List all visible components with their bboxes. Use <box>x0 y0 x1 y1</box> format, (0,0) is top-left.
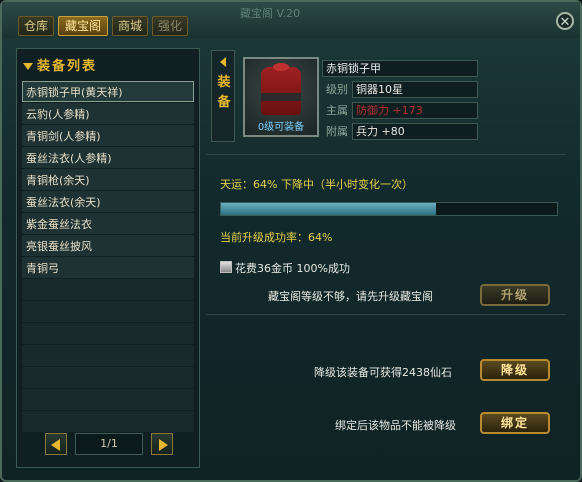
attr-label-main: 主属 <box>326 104 348 117</box>
expand-triangle-icon <box>23 63 33 70</box>
bind-info: 绑定后该物品不能被降级 <box>335 419 456 432</box>
empty-list-slot <box>22 389 194 410</box>
gold-cost-label: 花费36金币 100%成功 <box>235 262 350 275</box>
list-item[interactable]: 青铜弓 <box>22 257 194 278</box>
gold-guarantee-checkbox[interactable] <box>220 261 232 273</box>
equip-side-tab[interactable]: 装备 <box>211 50 235 142</box>
list-item[interactable]: 青铜剑(人参精) <box>22 125 194 146</box>
list-item[interactable]: 亮银蚕丝披风 <box>22 235 194 256</box>
divider <box>206 314 566 315</box>
upgrade-warning: 藏宝阁等级不够，请先升级藏宝阁 <box>268 290 433 303</box>
success-rate: 当前升级成功率：64% <box>220 231 333 244</box>
close-icon[interactable]: ✕ <box>556 12 574 30</box>
attr-label-level: 级别 <box>326 83 348 96</box>
equipment-icon-slot[interactable]: 0级可装备 <box>243 57 319 137</box>
luck-progress-fill <box>221 203 437 215</box>
tab-warehouse[interactable]: 仓库 <box>18 16 54 36</box>
chainmail-armor-icon <box>261 63 301 115</box>
list-item[interactable]: 蚕丝法衣(余天) <box>22 191 194 212</box>
luck-status: 天运：64% 下降中（半小时变化一次） <box>220 178 413 191</box>
empty-list-slot <box>22 367 194 388</box>
luck-progress-bar <box>220 202 558 216</box>
equipment-name: 赤铜锁子甲 <box>322 60 478 77</box>
tab-shop[interactable]: 商城 <box>112 16 148 36</box>
list-item[interactable]: 赤铜锁子甲(黄天祥) <box>22 81 194 102</box>
next-page-button[interactable] <box>151 433 173 455</box>
equipment-list-panel: 装备列表 赤铜锁子甲(黄天祥) 云豹(人参精) 青铜剑(人参精) 蚕丝法衣(人参精) 青… <box>16 48 200 468</box>
equip-level-caption: 0级可装备 <box>257 122 305 133</box>
arrow-left-icon <box>51 439 60 451</box>
divider <box>206 154 566 155</box>
empty-list-slot <box>22 323 194 344</box>
treasure-pavilion-window: 藏宝阁 V.20 仓库 藏宝阁 商城 强化 ✕ 装备列表 赤铜锁子甲(黄天祥) 云… <box>0 0 582 482</box>
attr-value-main: 防御力 +173 <box>352 102 478 119</box>
attr-label-sub: 附属 <box>326 125 348 138</box>
list-header: 装备列表 <box>23 55 97 74</box>
attr-value-level: 铜器10星 <box>352 81 478 98</box>
window-title: 藏宝阁 V.20 <box>240 7 301 20</box>
downgrade-info: 降级该装备可获得2438仙石 <box>314 366 452 379</box>
equip-side-label: 装备 <box>217 75 231 110</box>
tab-treasure-pavilion[interactable]: 藏宝阁 <box>58 16 108 36</box>
bind-button[interactable]: 绑定 <box>480 412 550 434</box>
arrow-right-icon <box>159 439 168 451</box>
list-item[interactable]: 青铜枪(余天) <box>22 169 194 190</box>
prev-page-button[interactable] <box>45 433 67 455</box>
list-header-label: 装备列表 <box>37 59 98 74</box>
empty-list-slot <box>22 279 194 300</box>
attr-value-sub: 兵力 +80 <box>352 123 478 140</box>
list-item[interactable]: 蚕丝法衣(人参精) <box>22 147 194 168</box>
tab-enhance[interactable]: 强化 <box>152 16 188 36</box>
empty-list-slot <box>22 411 194 432</box>
upgrade-button[interactable]: 升级 <box>480 284 550 306</box>
empty-list-slot <box>22 345 194 366</box>
list-item[interactable]: 紫金蚕丝法衣 <box>22 213 194 234</box>
pager: 1/1 <box>45 433 173 455</box>
list-item[interactable]: 云豹(人参精) <box>22 103 194 124</box>
downgrade-button[interactable]: 降级 <box>480 359 550 381</box>
equipment-list: 赤铜锁子甲(黄天祥) 云豹(人参精) 青铜剑(人参精) 蚕丝法衣(人参精) 青铜枪(余天… <box>22 81 194 433</box>
arrow-left-icon <box>220 57 226 67</box>
page-indicator: 1/1 <box>75 433 143 455</box>
empty-list-slot <box>22 301 194 322</box>
